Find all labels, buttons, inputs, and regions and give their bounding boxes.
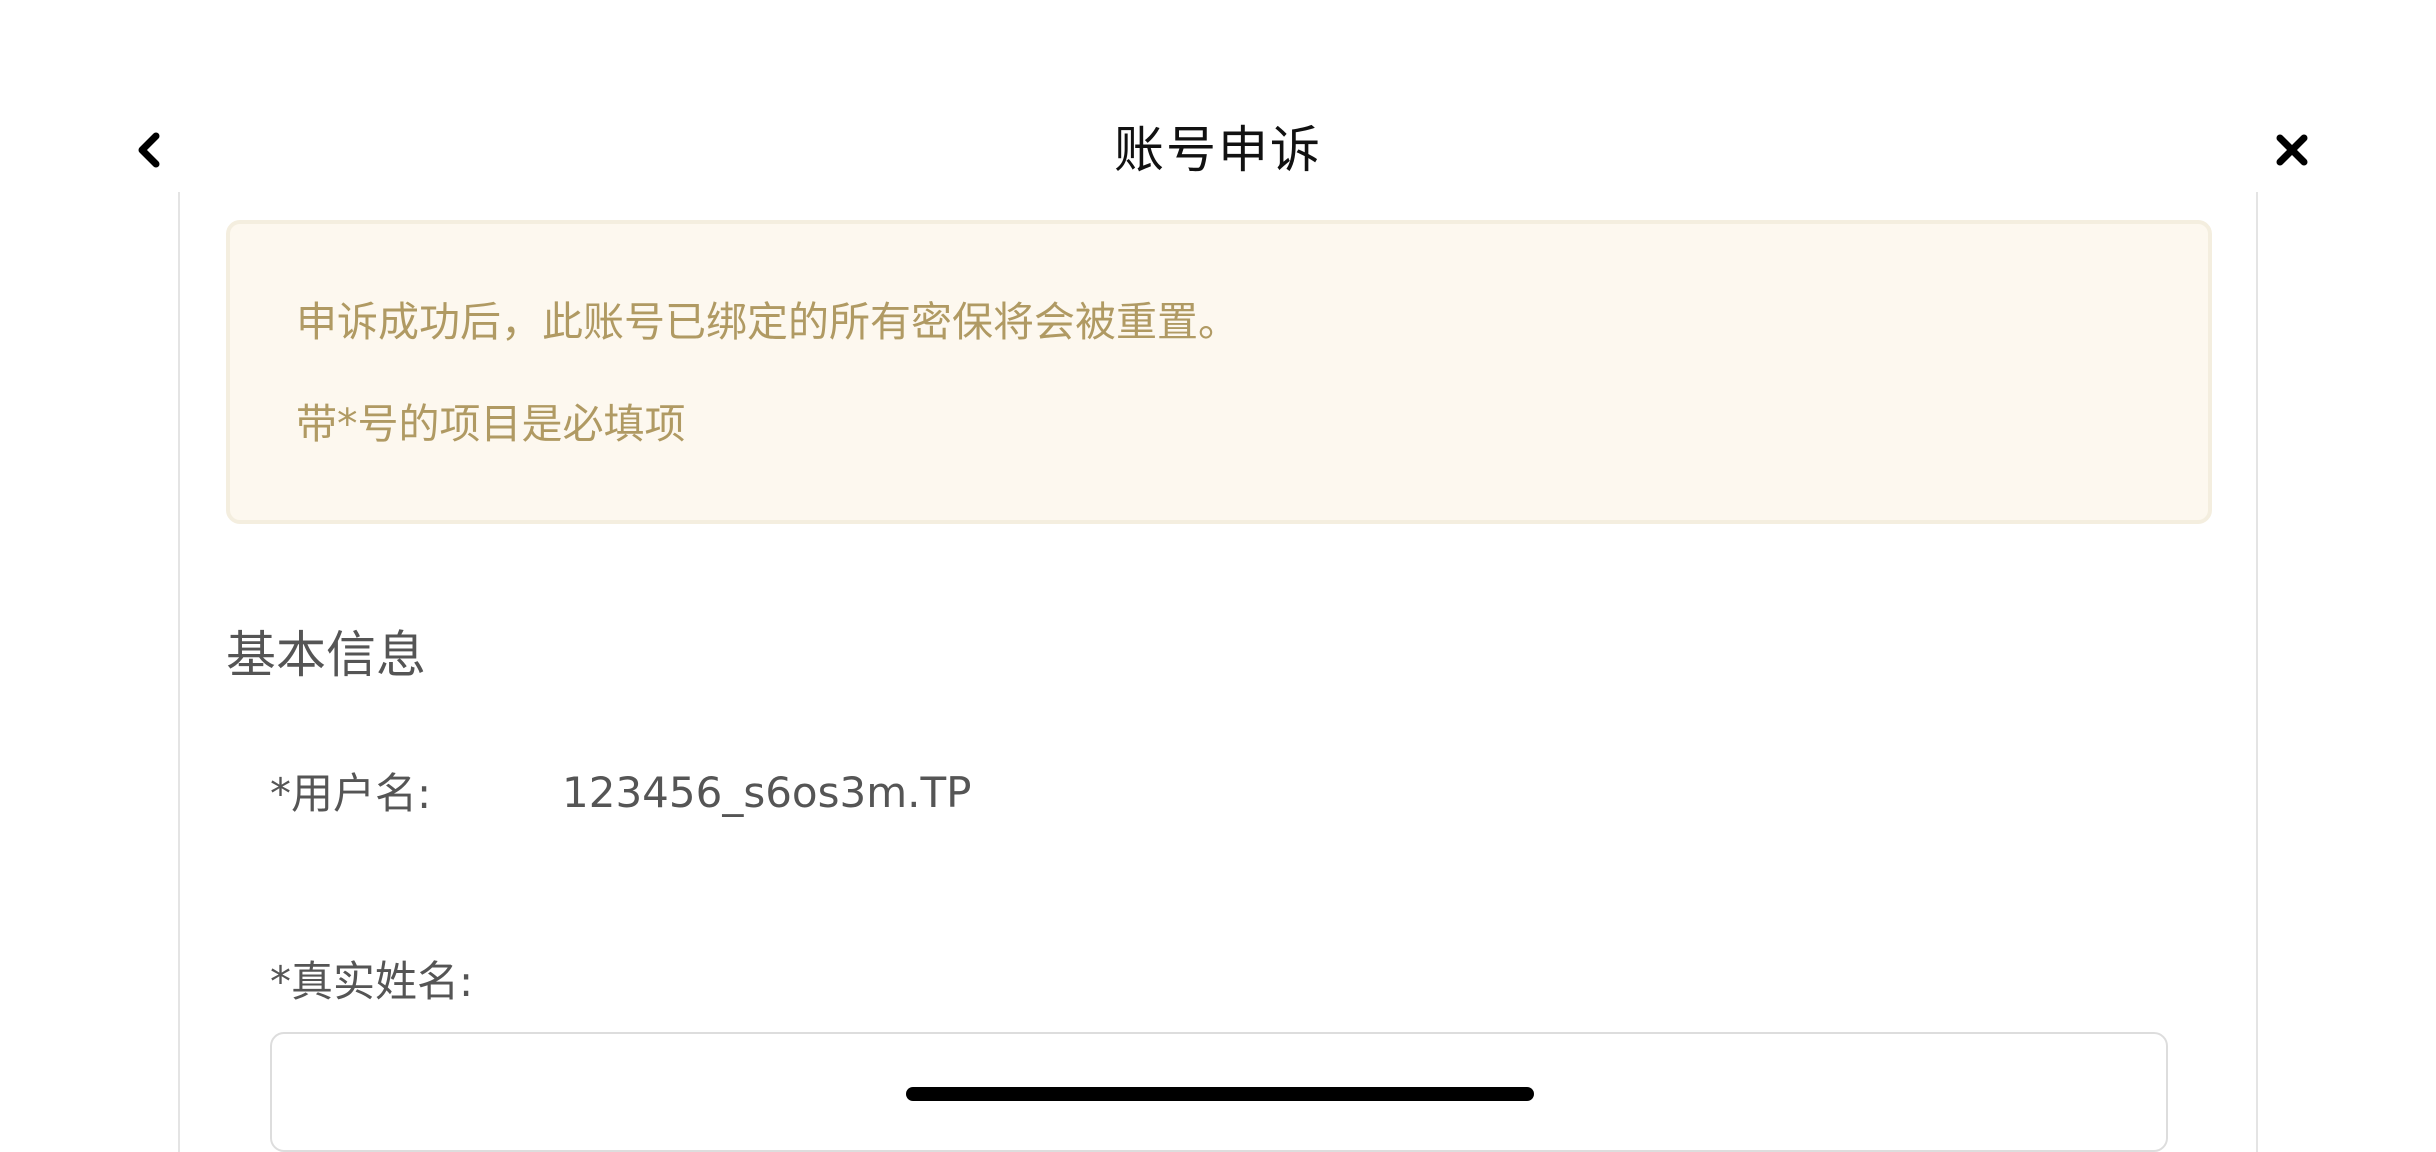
close-button[interactable] — [2270, 128, 2314, 172]
real-name-label: *真实姓名: — [270, 957, 474, 1006]
notice-required-text: 带*号的项目是必填项 — [296, 400, 686, 448]
nav-header: 账号申诉 — [0, 100, 2436, 200]
username-label: *用户名: — [270, 769, 432, 818]
home-indicator[interactable] — [906, 1087, 1534, 1101]
username-value: 123456_s6os3m.TP — [562, 768, 972, 817]
close-icon — [2270, 128, 2314, 172]
notice-box: 申诉成功后，此账号已绑定的所有密保将会被重置。 带*号的项目是必填项 — [226, 220, 2212, 524]
page-title: 账号申诉 — [1114, 121, 1322, 179]
section-title-basic-info: 基本信息 — [226, 626, 426, 684]
notice-reset-text: 申诉成功后，此账号已绑定的所有密保将会被重置。 — [296, 298, 1239, 346]
